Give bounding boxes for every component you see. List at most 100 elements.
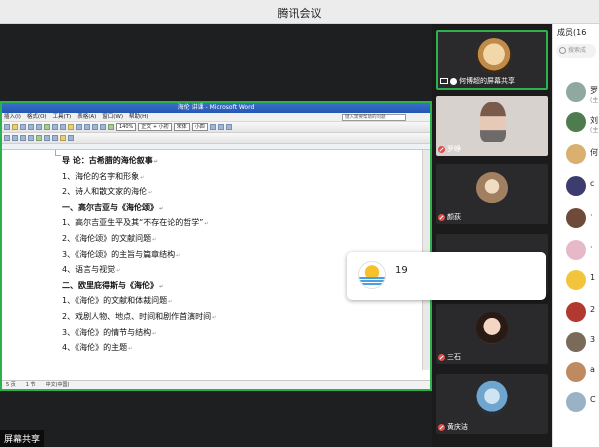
numbering-icon[interactable] [36,135,42,141]
copy-icon[interactable] [60,124,66,130]
avatar [566,270,586,290]
help-search-box[interactable]: 键入需要帮助的问题 [342,114,406,121]
video-tile[interactable]: 颜荻 [436,164,548,224]
status-section: 1 节 [25,382,36,388]
mic-muted-icon [438,353,445,361]
avatar [566,302,586,322]
screen-share-label: 屏幕共享 [0,430,45,447]
member-name: a [590,365,595,374]
menu-table[interactable]: 表格(A) [77,113,96,121]
member-row[interactable]: 3 [553,330,599,354]
zoom-select[interactable]: 140% [116,123,137,131]
menu-tools[interactable]: 工具(T) [53,113,72,121]
paste-icon[interactable] [68,124,74,130]
member-row[interactable]: c [553,174,599,198]
avatar [476,380,508,416]
menu-window[interactable]: 窗口(W) [102,113,123,121]
member-role: (主 [590,97,599,104]
sunrise-avatar-icon [358,261,386,289]
member-row[interactable]: C [553,390,599,414]
redo-icon[interactable] [84,124,90,130]
avatar [566,176,586,196]
screen-share-icon [440,78,448,84]
font-select[interactable]: 宋体 [173,123,190,131]
doc-line: 1、《海伦》的文献和体裁问题 [62,294,216,310]
doc-line: 导 论：古希腊的海伦叙事 [62,154,216,170]
indent-icon[interactable] [52,135,58,141]
bullets-icon[interactable] [44,135,50,141]
columns-icon[interactable] [100,124,106,130]
member-name: 何 [590,148,598,157]
member-row[interactable]: a [553,360,599,384]
avatar [566,144,586,164]
participant-name: 颜荻 [447,213,461,221]
save-icon[interactable] [20,124,26,130]
size-select[interactable]: 小四 [191,123,208,131]
preview-icon[interactable] [36,124,42,130]
underline-icon[interactable] [225,124,232,130]
doc-line: 1、海伦的名字和形象 [62,170,216,186]
window-title: 腾讯会议 [277,7,322,20]
member-panel-header: 成员(16 [557,28,587,37]
mic-on-icon [450,77,457,85]
avatar [566,240,586,260]
video-tile[interactable]: 三石 [436,304,548,364]
align-center-icon[interactable] [12,135,18,141]
doc-line: 一、高尔吉亚与《海伦颂》 [62,201,216,217]
participant-name: 黄庆洁 [447,423,468,431]
font-color-icon[interactable] [68,135,74,141]
bold-icon[interactable] [209,124,216,130]
justify-icon[interactable] [28,135,34,141]
member-row[interactable]: · [553,238,599,262]
doc-line: 2、戏剧人物、地点、时间和剧作首演时间 [62,310,216,326]
undo-icon[interactable] [76,124,82,130]
italic-icon[interactable] [217,124,224,130]
page-corner-mark [55,150,61,156]
participant-count-chip[interactable]: 19 [347,252,546,300]
member-name: · [590,243,593,252]
mic-muted-icon [438,213,445,221]
member-row[interactable]: 刘 (主 [553,110,599,134]
word-menu-bar: 插入(I) 格式(O) 工具(T) 表格(A) 窗口(W) 帮助(H) 键入需要… [2,113,430,122]
drawing-icon[interactable] [108,124,114,130]
menu-format[interactable]: 格式(O) [27,113,47,121]
menu-insert[interactable]: 插入(I) [4,113,21,121]
status-language: 中文(中国) [45,382,70,388]
member-role: (主 [590,127,599,134]
avatar [566,392,586,412]
table-icon[interactable] [92,124,98,130]
video-column: 何博超的屏幕共享 罗峥 颜荻 三石 黄庆洁 [432,24,552,447]
member-name: · [590,211,593,220]
avatar [476,172,508,204]
video-tile[interactable]: 罗峥 [436,96,548,156]
video-tile[interactable]: 黄庆洁 [436,374,548,434]
member-name: 3 [590,335,596,344]
doc-line: 3、《海伦》的情节与结构 [62,326,216,342]
spell-icon[interactable] [44,124,50,130]
menu-help[interactable]: 帮助(H) [129,113,148,121]
member-search-input[interactable]: 搜索成 [556,44,596,58]
new-icon[interactable] [4,124,10,130]
doc-line: 2、《海伦颂》的文献问题 [62,232,216,248]
member-row[interactable]: 1 [553,268,599,292]
document-text: 导 论：古希腊的海伦叙事 1、海伦的名字和形象 2、诗人和散文家的海伦 一、高尔… [62,154,216,357]
print-icon[interactable] [28,124,34,130]
status-page: 5 页 [6,382,16,388]
member-row[interactable]: 何 [553,142,599,166]
member-row[interactable]: · [553,206,599,230]
member-row[interactable]: 罗 (主 [553,80,599,104]
align-right-icon[interactable] [20,135,26,141]
participant-name: 罗峥 [447,145,461,153]
style-select[interactable]: 正文 + 小初 [138,123,172,131]
highlight-icon[interactable] [60,135,66,141]
doc-line: 2、诗人和散文家的海伦 [62,185,216,201]
doc-line: 1、高尔吉亚生平及其“不存在论的哲学” [62,216,216,232]
open-icon[interactable] [12,124,18,130]
cut-icon[interactable] [52,124,58,130]
member-row[interactable]: 2 [553,300,599,324]
participant-name: 三石 [447,353,461,361]
avatar [566,332,586,352]
shared-screen-area: 海伦 讲课 - Microsoft Word 插入(I) 格式(O) 工具(T)… [0,24,432,447]
video-tile[interactable]: 何博超的屏幕共享 [436,30,548,90]
align-left-icon[interactable] [4,135,10,141]
